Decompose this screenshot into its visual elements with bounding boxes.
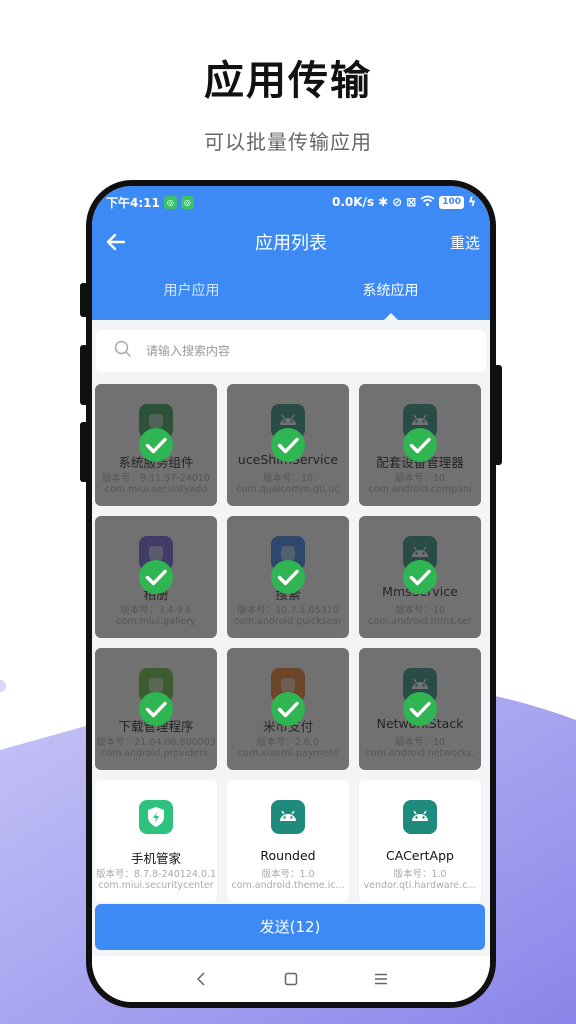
selection-overlay xyxy=(95,384,217,506)
check-icon xyxy=(138,559,174,595)
app-card[interactable]: 手机管家版本号：8.7.8-240124.0.1 com.miui.securit… xyxy=(95,780,217,902)
app-version: 版本号：8.7.8-240124.0.1 xyxy=(96,869,216,880)
app-card[interactable]: 下载管理程序版本号：21.04.08.800003com.android.pro… xyxy=(95,648,217,770)
page-title: 应用列表 xyxy=(255,233,327,254)
app-version: 版本号：1.0 xyxy=(261,869,315,880)
app-package: com.android.theme.ic... xyxy=(231,880,345,891)
app-version: 版本号：1.0 xyxy=(393,869,447,880)
app-card[interactable]: 配套设备管理器版本号：10com.android.compani xyxy=(359,384,481,506)
check-icon xyxy=(138,427,174,463)
app-card[interactable]: CACertApp 版本号：1.0 vendor.qti.hardware.c... xyxy=(359,780,481,902)
chevron-left-icon[interactable] xyxy=(191,969,211,989)
promo-title: 应用传输 xyxy=(204,58,372,104)
status-time: 下午4:11 xyxy=(106,195,160,210)
screen-record-icon: ⊠ xyxy=(406,195,417,209)
app-card[interactable]: 米币支付版本号：2.6.0com.xiaomi.payment xyxy=(227,648,349,770)
selection-overlay xyxy=(359,648,481,770)
tab-system-apps[interactable]: 系统应用 xyxy=(291,270,490,320)
system-nav-bar xyxy=(92,956,490,1002)
check-icon xyxy=(270,691,306,727)
app-bar: 下午4:11 ◎ ◎ 0.0K/s ✱ ⊘ ⊠ 100 ϟ 应用列表 重选 用户… xyxy=(92,186,490,320)
selection-overlay xyxy=(359,384,481,506)
search-bar xyxy=(96,330,486,372)
app-name: 手机管家 xyxy=(130,851,181,866)
reselect-button[interactable]: 重选 xyxy=(450,232,480,253)
selection-overlay xyxy=(95,648,217,770)
app-name: CACertApp xyxy=(386,848,454,863)
app-package: com.miui.securitycenter xyxy=(98,880,214,891)
square-home-icon[interactable] xyxy=(281,969,301,989)
selection-overlay xyxy=(227,384,349,506)
check-icon xyxy=(138,691,174,727)
charging-icon: ϟ xyxy=(468,195,476,209)
alarm-off-icon: ⊘ xyxy=(392,195,403,209)
check-icon xyxy=(270,427,306,463)
phone-frame: 下午4:11 ◎ ◎ 0.0K/s ✱ ⊘ ⊠ 100 ϟ 应用列表 重选 用户… xyxy=(86,180,496,1008)
search-input[interactable] xyxy=(146,344,406,358)
selection-overlay xyxy=(227,516,349,638)
bluetooth-icon: ✱ xyxy=(378,195,389,209)
notification-badge-icon: ◎ xyxy=(180,195,194,209)
app-name: Rounded xyxy=(260,848,316,863)
search-icon xyxy=(114,340,132,362)
shield-bolt-icon xyxy=(139,800,173,834)
tab-user-apps[interactable]: 用户应用 xyxy=(92,270,291,320)
app-card[interactable]: 相册版本号：3.4.9.6com.miui.gallery xyxy=(95,516,217,638)
toolbar: 应用列表 重选 xyxy=(92,224,490,260)
app-card[interactable]: NetworkStack版本号：10com.android.networks. xyxy=(359,648,481,770)
check-icon xyxy=(402,559,438,595)
promo-subtitle: 可以批量传输应用 xyxy=(204,130,372,154)
app-card[interactable]: Rounded 版本号：1.0 com.android.theme.ic... xyxy=(227,780,349,902)
android-icon xyxy=(271,800,305,834)
check-icon xyxy=(270,559,306,595)
menu-lines-icon[interactable] xyxy=(371,969,391,989)
check-icon xyxy=(402,691,438,727)
wifi-icon xyxy=(420,195,435,210)
send-button[interactable]: 发送(12) xyxy=(95,904,485,950)
tab-bar: 用户应用 系统应用 xyxy=(92,270,490,320)
phone-screen: 下午4:11 ◎ ◎ 0.0K/s ✱ ⊘ ⊠ 100 ϟ 应用列表 重选 用户… xyxy=(92,186,490,1002)
app-card[interactable]: 搜索版本号：10.7.1.05310com.android.quicksear xyxy=(227,516,349,638)
battery-icon: 100 xyxy=(439,195,465,209)
notification-badge-icon: ◎ xyxy=(163,195,177,209)
network-speed: 0.0K/s xyxy=(332,195,375,209)
selection-overlay xyxy=(227,648,349,770)
app-card[interactable]: 系统服务组件版本号：9.11.57-24010com.miui.security… xyxy=(95,384,217,506)
android-icon xyxy=(403,800,437,834)
app-card[interactable]: uceShimService版本号：10com.qualcomm.qti.uc xyxy=(227,384,349,506)
selection-overlay xyxy=(359,516,481,638)
selection-overlay xyxy=(95,516,217,638)
app-card[interactable]: MmsService版本号：10com.android.mms.ser xyxy=(359,516,481,638)
app-package: vendor.qti.hardware.c... xyxy=(363,880,477,891)
check-icon xyxy=(402,427,438,463)
status-bar: 下午4:11 ◎ ◎ 0.0K/s ✱ ⊘ ⊠ 100 ϟ xyxy=(106,192,476,212)
arrow-left-icon[interactable] xyxy=(104,230,128,254)
